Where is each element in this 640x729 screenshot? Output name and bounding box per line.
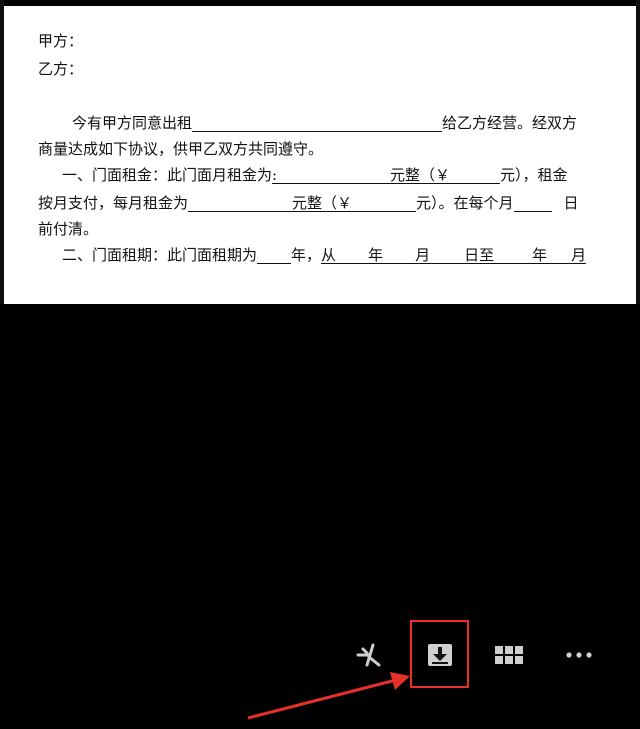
annotation-arrow-icon xyxy=(247,672,410,720)
app-window: 甲方： 乙方： 今有甲方同意出租 给乙方经营。经双方 商量达成如下协议，供甲乙双方… xyxy=(0,0,640,729)
